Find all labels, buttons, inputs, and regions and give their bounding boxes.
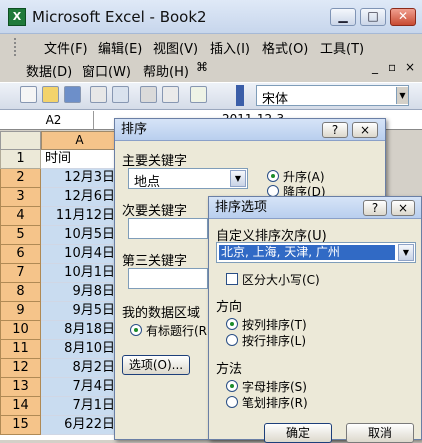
menu-file[interactable]: 文件(F)	[44, 38, 88, 57]
help-icon[interactable]: ⌘	[196, 60, 208, 74]
cell-a[interactable]: 10月1日	[41, 264, 118, 283]
cell-a[interactable]: 12月6日	[41, 188, 118, 207]
sort-help-button[interactable]: ?	[322, 122, 348, 138]
row-header[interactable]: 13	[0, 378, 41, 397]
cell-a[interactable]: 10月4日	[41, 245, 118, 264]
close-button[interactable]: ✕	[390, 8, 416, 26]
direction-row-label: 按行排序(L)	[242, 334, 307, 348]
save-icon[interactable]	[64, 86, 81, 103]
cell-a[interactable]: 9月8日	[41, 283, 118, 302]
menu-edit[interactable]: 编辑(E)	[98, 38, 142, 57]
select-all-corner[interactable]	[0, 131, 41, 150]
options-button[interactable]: 选项(O)...	[122, 355, 190, 375]
has-header-label: 有标题行(R)	[146, 324, 208, 338]
menu-format[interactable]: 格式(O)	[262, 38, 308, 57]
menu-view[interactable]: 视图(V)	[153, 38, 198, 57]
menu-grip	[14, 38, 17, 56]
row-header[interactable]: 15	[0, 416, 41, 435]
doc-close-icon[interactable]: ×	[405, 60, 415, 74]
row-header[interactable]: 4	[0, 207, 41, 226]
menu-insert[interactable]: 插入(I)	[210, 38, 250, 57]
cell-a[interactable]: 7月1日	[41, 397, 118, 416]
custom-order-value: 北京, 上海, 天津, 广州	[219, 245, 395, 260]
cell-a[interactable]: 8月18日	[41, 321, 118, 340]
menu-help[interactable]: 帮助(H)	[143, 61, 189, 80]
cell-a[interactable]: 8月2日	[41, 359, 118, 378]
has-header-radio[interactable]	[130, 324, 142, 336]
cell-a[interactable]: 6月22日	[41, 416, 118, 435]
row-header[interactable]: 7	[0, 264, 41, 283]
chevron-down-icon[interactable]: ▼	[398, 244, 414, 261]
sort-options-title: 排序选项	[209, 197, 421, 219]
case-sensitive-label: 区分大小写(C)	[242, 273, 320, 287]
direction-row-radio[interactable]	[226, 334, 238, 346]
maximize-button[interactable]: □	[360, 8, 386, 26]
row-header[interactable]: 8	[0, 283, 41, 302]
secondary-key-combo[interactable]	[128, 218, 208, 239]
direction-column-radio[interactable]	[226, 318, 238, 330]
minimize-button[interactable]: ▁	[330, 8, 356, 26]
row-header[interactable]: 11	[0, 340, 41, 359]
options-help-button[interactable]: ?	[363, 200, 387, 216]
cell-a[interactable]: 9月5日	[41, 302, 118, 321]
doc-restore-icon[interactable]: ▫	[388, 60, 396, 74]
cell-a[interactable]: 12月3日	[41, 169, 118, 188]
primary-key-label: 主要关键字	[122, 154, 188, 169]
method-stroke-label: 笔划排序(R)	[242, 396, 308, 410]
row-header[interactable]: 10	[0, 321, 41, 340]
chevron-down-icon[interactable]: ▼	[396, 87, 408, 104]
row-header[interactable]: 5	[0, 226, 41, 245]
menu-tools[interactable]: 工具(T)	[320, 38, 364, 57]
column-header-a[interactable]: A	[41, 131, 118, 150]
row-header[interactable]: 9	[0, 302, 41, 321]
method-label: 方法	[216, 362, 243, 377]
row-header[interactable]: 6	[0, 245, 41, 264]
primary-key-value: 地点	[134, 175, 161, 190]
excel-app-icon: X	[8, 8, 26, 26]
print-preview-icon[interactable]	[162, 86, 179, 103]
row-header[interactable]: 2	[0, 169, 41, 188]
direction-column-label: 按列排序(T)	[242, 318, 307, 332]
options-close-button[interactable]: ×	[391, 200, 415, 216]
print-icon[interactable]	[140, 86, 157, 103]
cell-a[interactable]: 11月12日	[41, 207, 118, 226]
permission-icon[interactable]	[90, 86, 107, 103]
third-key-combo[interactable]	[128, 268, 208, 289]
open-icon[interactable]	[42, 86, 59, 103]
method-stroke-radio[interactable]	[226, 396, 238, 408]
cell-a[interactable]: 10月5日	[41, 226, 118, 245]
doc-minimize-icon[interactable]: _	[372, 60, 378, 74]
cell-a[interactable]: 7月4日	[41, 378, 118, 397]
cell-a[interactable]: 时间	[41, 150, 118, 169]
row-header[interactable]: 14	[0, 397, 41, 416]
cell-a[interactable]: 8月10日	[41, 340, 118, 359]
spelling-icon[interactable]	[190, 86, 207, 103]
row-header[interactable]: 1	[0, 150, 41, 169]
ok-button[interactable]: 确定	[264, 423, 332, 443]
menu-window[interactable]: 窗口(W)	[82, 61, 131, 80]
third-key-label: 第三关键字	[122, 254, 188, 269]
asc-radio[interactable]	[267, 170, 279, 182]
case-sensitive-checkbox[interactable]	[226, 273, 238, 285]
toolbar-overflow-icon[interactable]	[236, 85, 244, 106]
row-header[interactable]: 3	[0, 188, 41, 207]
method-alpha-label: 字母排序(S)	[242, 380, 307, 394]
data-range-label: 我的数据区域	[122, 306, 201, 321]
new-icon[interactable]	[20, 86, 37, 103]
direction-label: 方向	[216, 300, 243, 315]
window-title: Microsoft Excel - Book2	[32, 8, 207, 26]
chevron-down-icon[interactable]: ▼	[230, 170, 246, 187]
row-header[interactable]: 12	[0, 359, 41, 378]
font-name-value: 宋体	[262, 92, 289, 107]
name-box[interactable]: A2	[14, 111, 94, 129]
sort-close-button[interactable]: ×	[352, 122, 378, 138]
secondary-key-label: 次要关键字	[122, 204, 188, 219]
cancel-button[interactable]: 取消	[346, 423, 414, 443]
email-icon[interactable]	[112, 86, 129, 103]
method-alpha-radio[interactable]	[226, 380, 238, 392]
menu-data[interactable]: 数据(D)	[26, 61, 72, 80]
